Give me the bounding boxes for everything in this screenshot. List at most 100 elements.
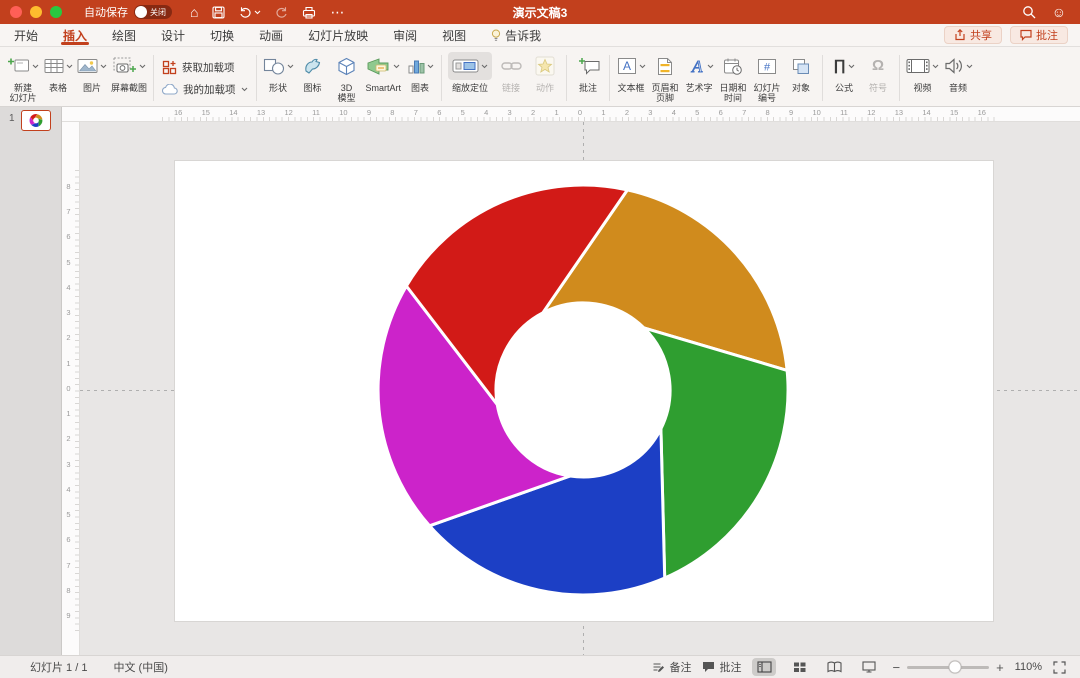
tab-draw[interactable]: 绘图 xyxy=(112,24,136,46)
status-bar: 幻灯片 1 / 1 中文 (中国) 备注 批注 − + 110% xyxy=(0,655,1080,678)
shapes-icon xyxy=(263,58,284,75)
ribbon-button-label: 图标 xyxy=(303,83,322,93)
wordart-button[interactable]: A 艺术字 xyxy=(684,52,714,93)
zoom-slider-thumb[interactable] xyxy=(948,660,962,674)
text-box-button[interactable]: A 文本框 xyxy=(616,52,646,93)
audio-button[interactable]: 音频 xyxy=(943,52,973,93)
icons-button[interactable]: 图标 xyxy=(298,52,328,93)
tab-view[interactable]: 视图 xyxy=(442,24,466,46)
chart-button[interactable]: 图表 xyxy=(405,52,435,93)
tab-animations[interactable]: 动画 xyxy=(259,24,283,46)
3d-model-button[interactable]: 3D 模型 xyxy=(332,52,362,103)
ruler-number: 2 xyxy=(66,434,71,444)
action-button[interactable]: 动作 xyxy=(530,52,560,93)
svg-text:A: A xyxy=(623,59,631,73)
tab-insert[interactable]: 插入 xyxy=(61,24,90,46)
tab-home[interactable]: 开始 xyxy=(14,24,38,46)
save-icon[interactable] xyxy=(212,5,226,19)
tab-design[interactable]: 设计 xyxy=(161,24,185,46)
date-time-button[interactable]: 日期和 时间 xyxy=(718,52,748,103)
ribbon-button-label: 对象 xyxy=(792,83,811,93)
search-icon[interactable] xyxy=(1022,5,1036,19)
slide-thumbnail-preview xyxy=(29,113,43,128)
my-addins-button[interactable]: 我的加载项 xyxy=(162,82,248,97)
chevron-down-icon xyxy=(32,64,39,68)
smartart-button[interactable]: SmartArt xyxy=(366,52,401,93)
feedback-smiley-icon[interactable]: ☺ xyxy=(1052,5,1066,19)
ruler-number: 2 xyxy=(66,333,71,343)
normal-view-button[interactable] xyxy=(752,658,777,676)
tab-review[interactable]: 审阅 xyxy=(393,24,417,46)
close-window-button[interactable] xyxy=(10,6,22,18)
tab-tell-me[interactable]: 告诉我 xyxy=(491,24,541,46)
chevron-down-icon xyxy=(707,64,713,68)
zoom-controls: − + xyxy=(892,660,1003,675)
ruler-number: 6 xyxy=(437,108,442,117)
object-button[interactable]: 对象 xyxy=(786,52,816,93)
status-comments-button[interactable]: 批注 xyxy=(702,659,741,675)
get-addins-label: 获取加载项 xyxy=(182,61,235,74)
video-button[interactable]: 视频 xyxy=(906,52,939,93)
minimize-window-button[interactable] xyxy=(30,6,42,18)
picture-button[interactable]: 图片 xyxy=(77,52,107,93)
ruler-number: 15 xyxy=(950,108,959,117)
symbol-button[interactable]: Ω 符号 xyxy=(863,52,893,94)
table-button[interactable]: 表格 xyxy=(43,52,73,93)
link-button[interactable]: 链接 xyxy=(496,52,526,93)
ribbon-button-label: 屏幕截图 xyxy=(111,83,148,93)
ruler-number: 10 xyxy=(812,108,821,117)
zoom-level[interactable]: 110% xyxy=(1015,661,1042,673)
ruler-number: 3 xyxy=(507,108,512,117)
aperture-graphic[interactable] xyxy=(175,161,993,621)
slideshow-button[interactable] xyxy=(857,658,881,676)
new-slide-button[interactable]: 新建 幻灯片 xyxy=(7,52,39,103)
autosave-state-label: 关闭 xyxy=(150,7,166,17)
ruler-number: 5 xyxy=(695,108,700,117)
autosave-toggle[interactable]: 关闭 xyxy=(134,5,172,19)
status-comments-label: 批注 xyxy=(719,662,742,674)
share-button-label: 共享 xyxy=(970,30,992,42)
chevron-down-icon xyxy=(66,64,72,68)
undo-button[interactable] xyxy=(239,6,261,18)
autosave-label: 自动保存 xyxy=(84,7,128,19)
zoom-links-button[interactable]: 缩放定位 xyxy=(448,52,493,93)
share-button[interactable]: 共享 xyxy=(944,26,1002,44)
notes-icon xyxy=(653,663,665,672)
ribbon-button-label: 3D 模型 xyxy=(337,83,356,103)
ribbon-group-divider xyxy=(899,55,901,101)
notes-button[interactable]: 备注 xyxy=(652,659,691,675)
more-toolbar-icon[interactable]: ⋯ xyxy=(330,5,345,19)
language-indicator[interactable]: 中文 (中国) xyxy=(113,659,167,675)
svg-text:A: A xyxy=(691,57,703,75)
tab-transitions[interactable]: 切换 xyxy=(210,24,234,46)
slide-number-button[interactable]: # 幻灯片 编号 xyxy=(752,52,782,103)
fit-slide-icon[interactable] xyxy=(1053,660,1066,674)
slide-sorter-button[interactable] xyxy=(787,658,811,676)
ruler-number: 2 xyxy=(624,108,629,117)
home-icon[interactable]: ⌂ xyxy=(190,5,198,19)
redo-icon[interactable] xyxy=(275,6,288,18)
ruler-number: 11 xyxy=(312,108,320,117)
zoom-in-button[interactable]: + xyxy=(996,660,1004,675)
ribbon-group-divider xyxy=(153,55,155,101)
slide-thumbnail[interactable] xyxy=(21,110,51,131)
smartart-icon xyxy=(367,57,389,75)
zoom-out-button[interactable]: − xyxy=(892,660,900,675)
zoom-window-button[interactable] xyxy=(50,6,62,18)
tab-slideshow[interactable]: 幻灯片放映 xyxy=(308,24,368,46)
screenshot-button[interactable]: 屏幕截图 xyxy=(111,52,147,93)
get-addins-button[interactable]: 获取加载项 xyxy=(162,60,248,75)
ribbon-button-label: 页眉和 页脚 xyxy=(651,83,679,103)
chevron-down-icon xyxy=(932,64,939,68)
equation-button[interactable]: ∏ 公式 xyxy=(829,52,859,93)
editing-canvas[interactable] xyxy=(80,122,1080,655)
print-icon[interactable] xyxy=(302,6,316,19)
ruler-number: 1 xyxy=(66,358,71,368)
zoom-slider[interactable] xyxy=(907,660,990,674)
shapes-button[interactable]: 形状 xyxy=(263,52,294,93)
comments-button[interactable]: 批注 xyxy=(1010,26,1068,44)
ruler-number: 12 xyxy=(284,108,293,117)
insert-comment-button[interactable]: 批注 xyxy=(573,52,603,93)
header-footer-button[interactable]: 页眉和 页脚 xyxy=(650,52,680,103)
reading-view-button[interactable] xyxy=(822,658,846,676)
